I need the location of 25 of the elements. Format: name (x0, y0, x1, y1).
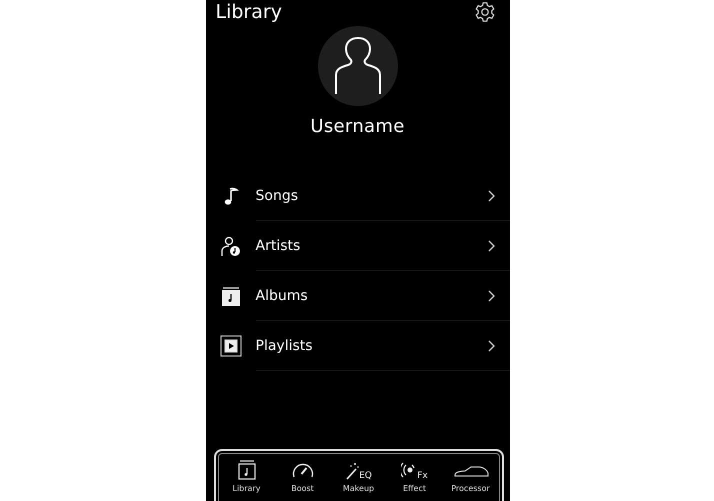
tab[interactable]: Library (218, 457, 274, 501)
settings-icon[interactable] (474, 1, 496, 23)
chevron-right-icon (488, 190, 496, 202)
tab[interactable]: Fx Effect (386, 457, 442, 501)
menu-label: Songs (256, 188, 300, 204)
username: Username (310, 116, 405, 137)
tab[interactable]: Processor (442, 457, 498, 501)
chevron-right-icon (488, 240, 496, 252)
chevron-right-icon (488, 340, 496, 352)
artist-icon (220, 235, 242, 257)
library-menu-item[interactable]: Albums (206, 271, 510, 321)
menu-label: Albums (256, 288, 309, 304)
person-icon (334, 37, 382, 95)
library-menu-item[interactable]: Artists (206, 221, 510, 271)
chevron-right-icon (488, 290, 496, 302)
tab[interactable]: EQ Makeup (330, 457, 386, 501)
tab[interactable]: Boost (274, 457, 330, 501)
menu-label: Playlists (256, 338, 314, 354)
album-icon (236, 459, 258, 481)
library-menu-item[interactable]: Playlists (206, 321, 510, 371)
menu-label: Artists (256, 238, 302, 254)
playlist-icon (220, 335, 242, 357)
album-icon (220, 285, 242, 307)
library-menu-item[interactable]: Songs (206, 171, 510, 221)
screen-title: Library (216, 0, 282, 24)
